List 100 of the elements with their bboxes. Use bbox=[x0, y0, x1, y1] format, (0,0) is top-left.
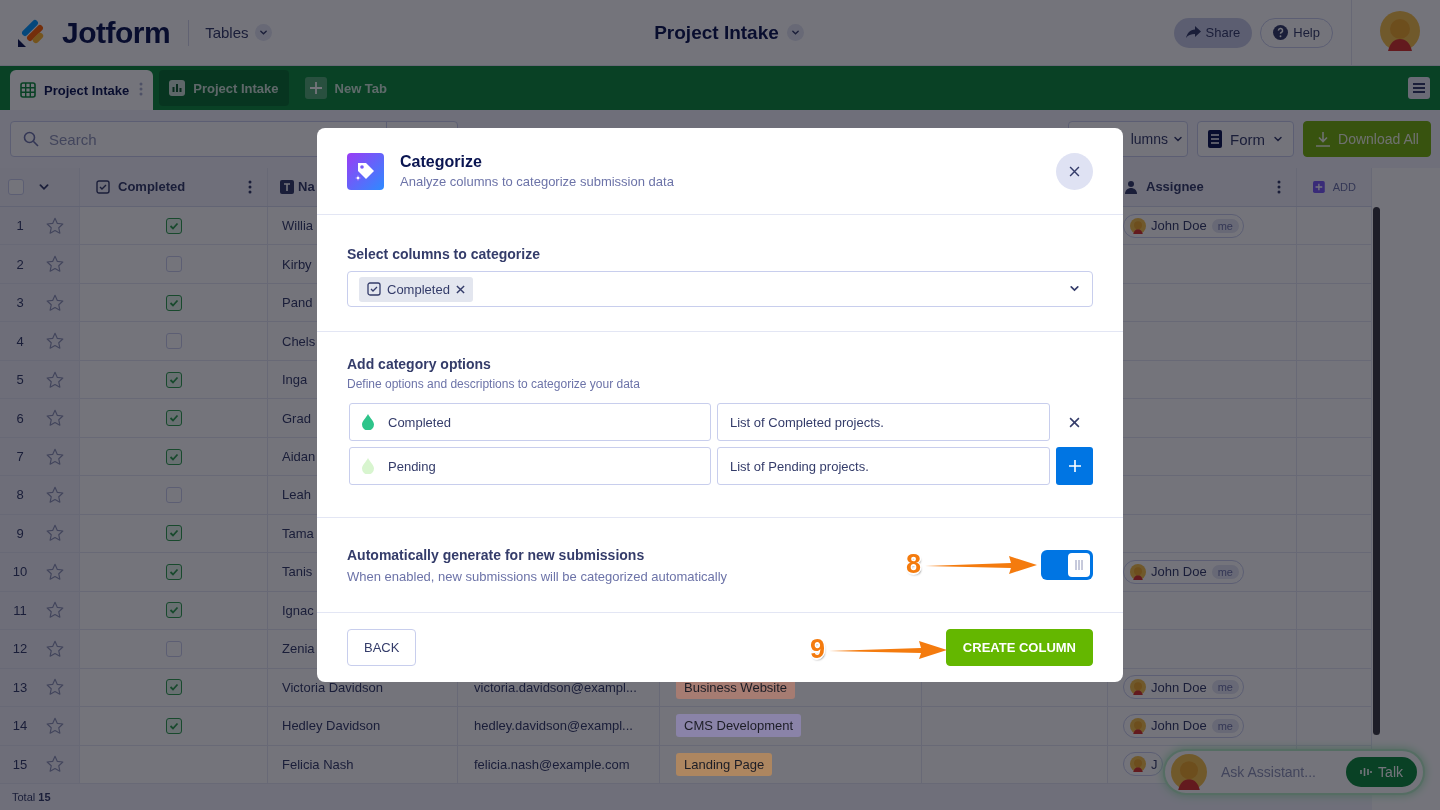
name-cell: Grad bbox=[282, 410, 311, 426]
checkbox-column-icon bbox=[96, 180, 110, 194]
add-column-icon[interactable] bbox=[1313, 180, 1325, 194]
add-option-button[interactable] bbox=[1056, 447, 1093, 485]
name-cell: Tanis bbox=[282, 564, 313, 580]
download-icon bbox=[1315, 131, 1332, 147]
email-cell: hedley.davidson@exampl... bbox=[474, 718, 633, 734]
option-description-field[interactable]: List of Completed projects. bbox=[717, 403, 1050, 441]
star-icon[interactable] bbox=[46, 409, 64, 428]
checkbox[interactable] bbox=[166, 679, 182, 696]
name-cell: Willia bbox=[282, 218, 314, 234]
checkbox[interactable] bbox=[166, 217, 182, 234]
avatar-icon bbox=[1130, 217, 1146, 234]
star-icon[interactable] bbox=[46, 255, 64, 274]
row-number: 6 bbox=[15, 410, 25, 426]
checkbox[interactable] bbox=[166, 525, 182, 542]
option-name-field[interactable]: Completed bbox=[349, 403, 711, 441]
checkmark-icon bbox=[169, 297, 179, 308]
form-button[interactable]: Form bbox=[1197, 121, 1294, 157]
checkbox-column-icon bbox=[367, 282, 381, 296]
project-tag: CMS Development bbox=[676, 714, 802, 738]
checkbox[interactable] bbox=[166, 333, 182, 350]
column-header: Assignee bbox=[1146, 179, 1204, 195]
dialog-subtitle: Analyze columns to categorize submission data bbox=[400, 174, 674, 189]
star-icon[interactable] bbox=[46, 293, 64, 312]
star-icon[interactable] bbox=[46, 524, 64, 543]
checkbox[interactable] bbox=[166, 371, 182, 388]
close-icon bbox=[1069, 416, 1080, 428]
select-all-checkbox[interactable] bbox=[8, 179, 24, 195]
checkbox[interactable] bbox=[166, 256, 182, 273]
assignee-name: John Doe bbox=[1151, 679, 1207, 695]
star-icon[interactable] bbox=[46, 639, 64, 658]
checkbox[interactable] bbox=[166, 602, 182, 619]
checkbox[interactable] bbox=[166, 410, 182, 427]
name-cell: Aidan bbox=[282, 449, 316, 464]
more-icon[interactable] bbox=[248, 180, 252, 194]
star-icon[interactable] bbox=[46, 370, 64, 389]
column-header: Na bbox=[298, 179, 315, 195]
caret-icon bbox=[258, 28, 268, 37]
checkbox[interactable] bbox=[166, 487, 182, 503]
tab[interactable]: Project Intake bbox=[10, 70, 154, 110]
remove-icon[interactable] bbox=[455, 284, 465, 294]
name-cell: Zenia bbox=[282, 641, 315, 657]
new-tab-button[interactable]: New Tab bbox=[294, 70, 398, 106]
create-column-button[interactable]: CREATE COLUMN bbox=[945, 629, 1093, 666]
star-icon[interactable] bbox=[46, 216, 64, 235]
name-cell: Kirby bbox=[282, 256, 312, 272]
checkbox[interactable] bbox=[166, 294, 182, 311]
star-icon[interactable] bbox=[46, 601, 64, 620]
star-icon[interactable] bbox=[46, 486, 64, 504]
step-number: 8 bbox=[906, 551, 922, 578]
section-title: Add category options bbox=[347, 356, 492, 372]
name-cell: Chels bbox=[282, 333, 316, 349]
caret-icon bbox=[790, 28, 800, 37]
option-description-field[interactable]: List of Pending projects. bbox=[717, 447, 1050, 485]
scrollbar[interactable] bbox=[1373, 207, 1380, 735]
assignee-name: John Doe bbox=[1151, 218, 1207, 234]
row-number: 12 bbox=[11, 641, 29, 657]
name-cell: Pand bbox=[282, 295, 313, 311]
row-number: 11 bbox=[12, 602, 28, 618]
avatar-icon bbox=[1130, 563, 1146, 580]
checkbox[interactable] bbox=[166, 640, 182, 657]
name-cell: Inga bbox=[282, 372, 308, 388]
auto-generate-toggle[interactable] bbox=[1041, 550, 1093, 580]
talk-button[interactable]: Talk bbox=[1346, 757, 1417, 787]
checkbox[interactable] bbox=[166, 563, 182, 580]
checkbox[interactable] bbox=[166, 448, 182, 465]
project-tag: Landing Page bbox=[676, 752, 773, 776]
close-button[interactable] bbox=[1056, 152, 1093, 190]
checkmark-icon bbox=[169, 413, 179, 424]
project-title-dropdown[interactable]: Project Intake bbox=[654, 21, 804, 44]
more-icon[interactable] bbox=[139, 81, 144, 96]
back-button[interactable]: BACK bbox=[347, 629, 417, 666]
help-button[interactable]: Help bbox=[1260, 17, 1333, 48]
option-name-field[interactable]: Pending bbox=[349, 447, 711, 485]
grid-icon bbox=[20, 82, 36, 98]
column-chip[interactable]: Completed bbox=[359, 276, 473, 302]
checkmark-icon bbox=[169, 374, 179, 385]
chart-icon bbox=[169, 80, 186, 96]
column-header: Completed bbox=[118, 179, 186, 195]
field-label: Select columns to categorize bbox=[347, 246, 541, 262]
column-select-field[interactable]: Completed bbox=[347, 271, 1093, 307]
menu-icon[interactable] bbox=[1408, 77, 1430, 99]
share-button[interactable]: Share bbox=[1173, 17, 1253, 48]
caret-icon bbox=[1069, 283, 1080, 294]
section-dropdown[interactable]: Tables bbox=[205, 24, 272, 41]
star-icon[interactable] bbox=[46, 755, 64, 774]
setting-title: Automatically generate for new submissions bbox=[347, 546, 646, 563]
assignee-name: John Doe bbox=[1151, 564, 1207, 580]
more-icon[interactable] bbox=[1277, 180, 1281, 194]
checkmark-icon bbox=[169, 220, 179, 231]
star-icon[interactable] bbox=[46, 332, 64, 351]
step-number: 9 bbox=[810, 636, 826, 663]
checkbox[interactable] bbox=[166, 717, 182, 734]
form-icon bbox=[1208, 130, 1222, 148]
star-icon[interactable] bbox=[46, 678, 64, 697]
name-cell: Ignac bbox=[282, 602, 314, 618]
star-icon[interactable] bbox=[46, 447, 64, 466]
star-icon[interactable] bbox=[46, 562, 64, 581]
star-icon[interactable] bbox=[46, 716, 64, 735]
